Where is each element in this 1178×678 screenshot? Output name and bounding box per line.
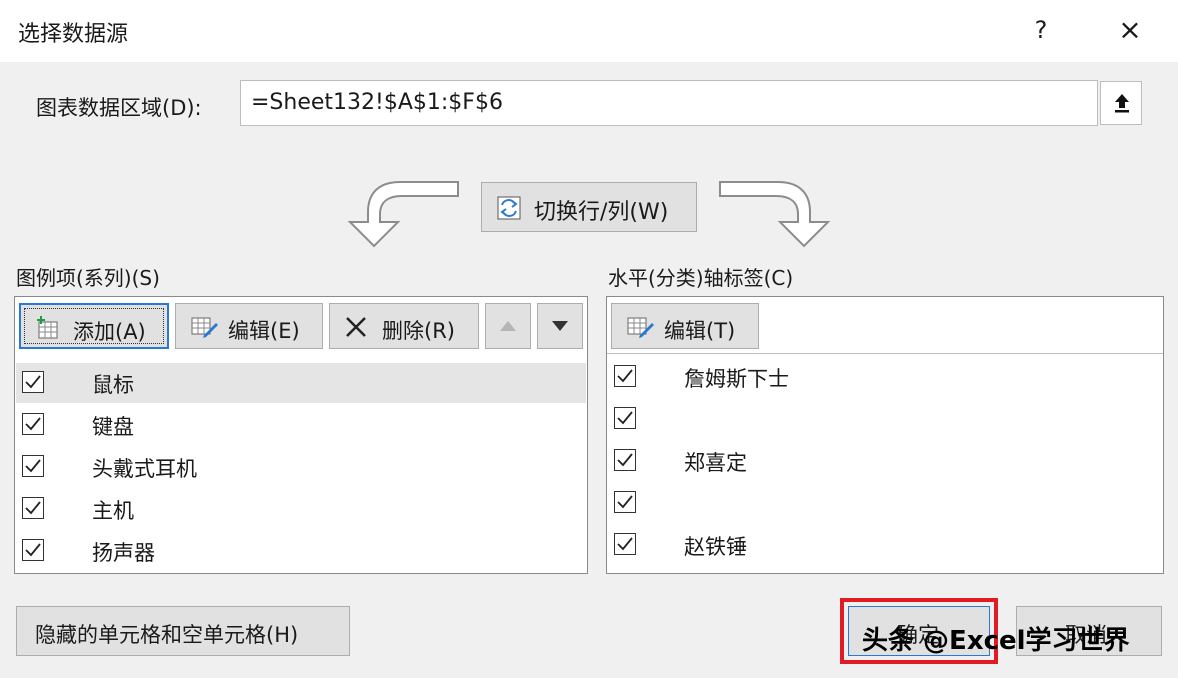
- axis-checkbox[interactable]: [614, 533, 636, 555]
- list-item[interactable]: [608, 483, 1160, 525]
- series-checkbox[interactable]: [22, 455, 44, 477]
- edit-axis-labels-button[interactable]: 编辑(T): [611, 303, 759, 349]
- series-checkbox[interactable]: [22, 371, 44, 393]
- axis-checkbox[interactable]: [614, 365, 636, 387]
- axis-checkbox[interactable]: [614, 407, 636, 429]
- series-checkbox[interactable]: [22, 497, 44, 519]
- upload-arrow-icon: [1115, 94, 1129, 113]
- series-checkbox[interactable]: [22, 413, 44, 435]
- dialog-title: 选择数据源: [18, 22, 129, 47]
- chart-data-range-label: 图表数据区域(D):: [36, 96, 202, 120]
- hidden-empty-cells-label: 隐藏的单元格和空单元格(H): [35, 623, 299, 647]
- checkmark-icon: [25, 501, 41, 515]
- list-item[interactable]: 鼠标: [16, 363, 586, 403]
- checkmark-icon: [617, 495, 633, 509]
- list-item[interactable]: [608, 399, 1160, 441]
- checkmark-icon: [617, 369, 633, 383]
- list-item[interactable]: 扬声器: [16, 531, 586, 571]
- list-item[interactable]: 键盘: [16, 405, 586, 445]
- hidden-empty-cells-button[interactable]: 隐藏的单元格和空单元格(H): [16, 606, 350, 656]
- close-button[interactable]: ×: [1110, 12, 1150, 48]
- delete-x-icon: [346, 317, 366, 337]
- checkmark-icon: [617, 453, 633, 467]
- list-item[interactable]: 郑喜定: [608, 441, 1160, 483]
- series-name: 主机: [92, 499, 134, 523]
- delete-series-label: 删除(R): [382, 319, 455, 343]
- series-name: 头戴式耳机: [92, 457, 197, 481]
- add-series-button[interactable]: 添加(A): [19, 303, 169, 349]
- curved-arrow-right-icon: [719, 181, 831, 248]
- edit-axis-labels-label: 编辑(T): [664, 319, 736, 343]
- list-item[interactable]: 詹姆斯下士: [608, 357, 1160, 399]
- checkmark-icon: [25, 543, 41, 557]
- checkmark-icon: [25, 459, 41, 473]
- axis-labels-label: 水平(分类)轴标签(C): [608, 266, 794, 290]
- legend-entries-label: 图例项(系列)(S): [16, 266, 160, 290]
- axis-labels-panel: 编辑(T) 詹姆斯下士 郑喜定 赵铁锤: [606, 296, 1164, 574]
- divider: [607, 353, 1163, 354]
- list-item[interactable]: 头戴式耳机: [16, 447, 586, 487]
- title-bar: 选择数据源 ? ×: [0, 0, 1178, 62]
- watermark: 头条 @Excel学习世界: [862, 626, 1130, 656]
- help-button[interactable]: ?: [1026, 12, 1056, 48]
- edit-table-icon: [191, 317, 218, 338]
- list-item[interactable]: 赵铁锤: [608, 525, 1160, 567]
- series-name: 鼠标: [92, 373, 134, 397]
- select-data-source-dialog: 选择数据源 ? × 图表数据区域(D): =Sheet132!$A$1:$F$6…: [0, 0, 1178, 678]
- series-checkbox[interactable]: [22, 539, 44, 561]
- edit-table-icon: [627, 317, 654, 338]
- triangle-down-icon: [552, 321, 568, 331]
- triangle-up-icon: [500, 321, 516, 331]
- move-up-button[interactable]: [485, 303, 531, 349]
- collapse-range-button[interactable]: [1100, 81, 1142, 125]
- move-down-button[interactable]: [537, 303, 583, 349]
- series-name: 键盘: [92, 415, 134, 439]
- curved-arrow-left-icon: [347, 181, 459, 248]
- switch-row-column-button[interactable]: 切换行/列(W): [481, 182, 697, 232]
- edit-series-label: 编辑(E): [228, 319, 300, 343]
- switch-row-column-label: 切换行/列(W): [534, 200, 669, 225]
- axis-label-text: 詹姆斯下士: [684, 367, 789, 391]
- checkmark-icon: [617, 537, 633, 551]
- list-item[interactable]: 主机: [16, 489, 586, 529]
- checkmark-icon: [617, 411, 633, 425]
- series-name: 扬声器: [92, 541, 155, 565]
- edit-series-button[interactable]: 编辑(E): [175, 303, 323, 349]
- chart-data-range-input[interactable]: =Sheet132!$A$1:$F$6: [240, 80, 1098, 126]
- add-series-label: 添加(A): [73, 320, 146, 344]
- add-table-icon: [37, 316, 58, 339]
- axis-checkbox[interactable]: [614, 491, 636, 513]
- legend-entries-panel: 添加(A) 编辑(E) 删除(R) 鼠标 键盘 头戴式耳机 主机 扬声器: [14, 296, 588, 574]
- axis-label-text: 赵铁锤: [684, 535, 747, 559]
- delete-series-button[interactable]: 删除(R): [329, 303, 479, 349]
- checkmark-icon: [25, 375, 41, 389]
- switch-icon: [497, 196, 521, 220]
- checkmark-icon: [25, 417, 41, 431]
- axis-label-text: 郑喜定: [684, 451, 747, 475]
- axis-checkbox[interactable]: [614, 449, 636, 471]
